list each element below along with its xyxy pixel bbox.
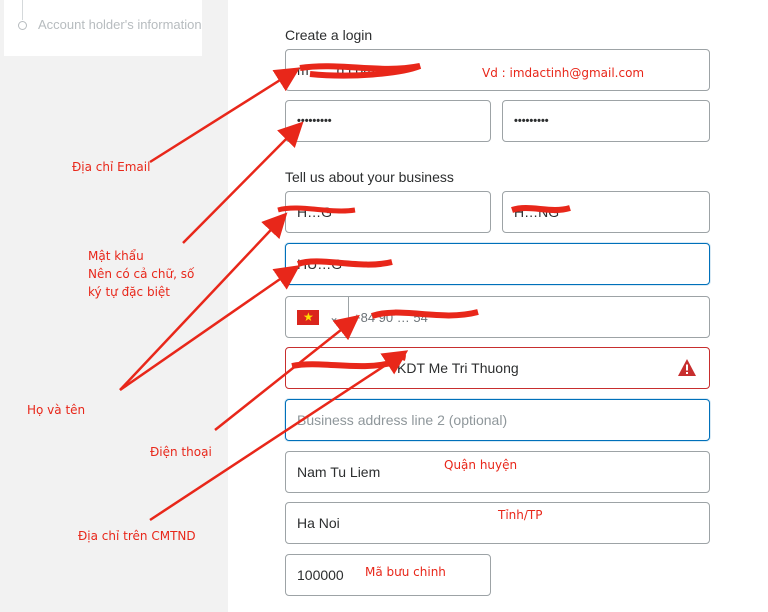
district-value: Nam Tu Liem: [297, 464, 381, 480]
annotation-email-label: Địa chỉ Email: [72, 160, 151, 174]
business-heading: Tell us about your business: [285, 169, 454, 185]
address-line2-placeholder: Business address line 2 (optional): [297, 412, 508, 428]
annotation-password-label: Mật khẩu Nên có cả chữ, số ký tự đặc biệ…: [88, 249, 195, 299]
address-line2-field[interactable]: Business address line 2 (optional): [285, 399, 710, 441]
confirm-password-value: •••••••••: [514, 115, 549, 127]
chevron-down-icon: ⌄: [329, 310, 340, 324]
first-name-value: H…G: [297, 204, 332, 220]
annotation-district-label: Quận huyện: [444, 458, 518, 472]
email-value: m……g.com: [297, 62, 375, 78]
business-name-value: HU…G: [297, 256, 343, 272]
business-name-field[interactable]: HU…G: [285, 243, 710, 285]
annotation-phone-label: Điện thoại: [150, 445, 212, 459]
phone-value: +84 90 … 54: [353, 309, 428, 325]
postal-code-value: 100000: [297, 567, 344, 583]
last-name-field[interactable]: H…NG: [502, 191, 710, 233]
annotation-email-example: Vd : imdactinh@gmail.com: [482, 66, 645, 80]
confirm-password-field[interactable]: •••••••••: [502, 100, 710, 142]
vietnam-flag-icon: ★: [297, 309, 319, 325]
annotation-postal-label: Mã bưu chinh: [365, 565, 446, 579]
annotation-name-label: Họ và tên: [27, 403, 86, 417]
step-connector-line: [22, 0, 23, 20]
address-line1-field[interactable]: KDT Me Tri Thuong: [285, 347, 710, 389]
annotation-address-label: Địa chỉ trên CMTND: [78, 529, 196, 543]
password-field[interactable]: •••••••••: [285, 100, 491, 142]
create-login-heading: Create a login: [285, 27, 373, 43]
country-code-select[interactable]: ★ ⌄: [286, 297, 349, 337]
city-value: Ha Noi: [297, 515, 340, 531]
step-indicator[interactable]: Account holder's information: [4, 0, 202, 56]
address-line1-value: KDT Me Tri Thuong: [397, 360, 519, 376]
left-sidebar: Account holder's information: [0, 0, 228, 612]
step-label: Account holder's information: [38, 17, 202, 32]
warning-icon: [678, 359, 696, 376]
annotation-city-label: Tỉnh/TP: [498, 508, 543, 522]
step-dot-icon: [18, 21, 27, 30]
password-value: •••••••••: [297, 115, 332, 127]
phone-field[interactable]: ★ ⌄ +84 90 … 54: [285, 296, 710, 338]
last-name-value: H…NG: [514, 204, 560, 220]
first-name-field[interactable]: H…G: [285, 191, 491, 233]
